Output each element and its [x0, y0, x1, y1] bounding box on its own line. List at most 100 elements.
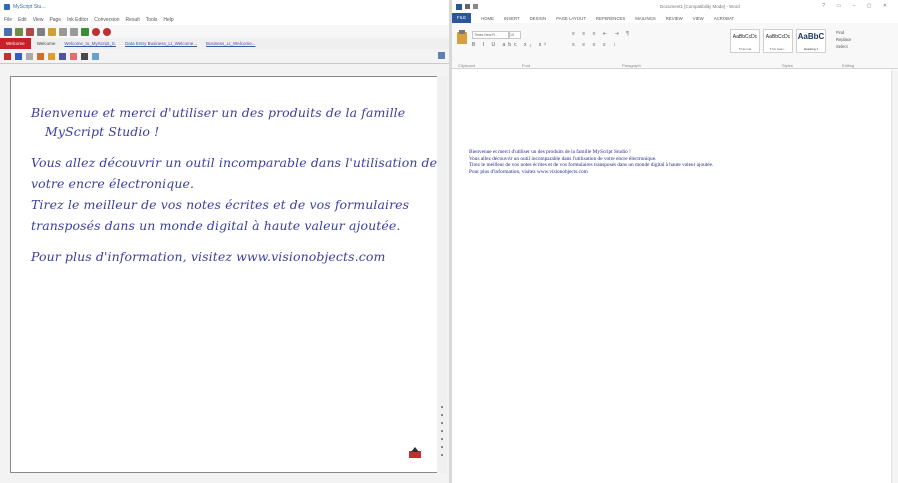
scroll-dot: [441, 406, 443, 408]
color-icon[interactable]: [70, 52, 77, 60]
window-controls[interactable]: ? ▭ – ▢ ✕: [822, 3, 892, 9]
ink-canvas[interactable]: Bienvenue et merci d'utiliser un des pro…: [10, 76, 438, 473]
style-normal[interactable]: AaBbCcDc ¶ Normal: [730, 29, 760, 53]
handwriting-line: MyScript Studio !: [45, 124, 160, 139]
open-icon[interactable]: [15, 27, 23, 36]
highlighter-icon[interactable]: [37, 52, 44, 60]
paragraph-buttons[interactable]: ≡ ≡ ≡ ⇤ ⇥ ¶: [572, 31, 632, 37]
group-label-editing: Editing: [842, 63, 855, 68]
save-icon[interactable]: [26, 27, 34, 36]
handwriting-line: Bienvenue et merci d'utiliser un des pro…: [31, 105, 406, 120]
scroll-dot: [441, 446, 443, 448]
menu-edit[interactable]: Edit: [18, 17, 27, 23]
tab-welcome-active[interactable]: Welcome: [0, 38, 31, 49]
select-icon[interactable]: [26, 52, 33, 60]
font-size-select[interactable]: 10: [509, 31, 521, 39]
style-no-spacing[interactable]: AaBbCcDc ¶ No Spac...: [763, 29, 793, 53]
style-sample: AaBbCcDc: [765, 34, 791, 40]
menu-page[interactable]: Page: [49, 17, 61, 23]
settings-icon[interactable]: [103, 27, 111, 36]
handwriting-line: Pour plus d'information, visitez www.vis…: [31, 249, 386, 264]
record-icon[interactable]: [92, 27, 100, 36]
menu-bar: File Edit View Page Ink Editor Conversio…: [0, 14, 449, 25]
paste-icon[interactable]: [456, 30, 468, 44]
redo-icon[interactable]: [70, 27, 78, 36]
menu-view[interactable]: View: [33, 17, 44, 23]
document-tabs: Welcome Welcome Welcome_to_MyScript_S. D…: [0, 38, 449, 49]
font-name-select[interactable]: Times New R...: [472, 31, 509, 39]
tab-insert[interactable]: INSERT: [504, 16, 520, 21]
alignment-buttons[interactable]: ≡ ≡ ≡ ≡ ↕: [572, 42, 619, 48]
myscript-titlebar: MyScript Stu...: [0, 0, 449, 14]
style-name: Heading 1: [803, 47, 819, 51]
scroll-dot: [441, 438, 443, 440]
undo-icon[interactable]: [59, 27, 67, 36]
menu-file[interactable]: File: [4, 17, 12, 23]
scroll-dot: [441, 454, 443, 456]
quick-save-icon[interactable]: [465, 4, 470, 9]
scroll-dot: [441, 414, 443, 416]
tab-acrobat[interactable]: ACROBAT: [714, 16, 734, 21]
tab-review[interactable]: REVIEW: [666, 16, 683, 21]
scroll-dot: [441, 430, 443, 432]
quick-undo-icon[interactable]: [473, 4, 478, 9]
tab-welcome[interactable]: Welcome: [34, 41, 59, 46]
view-toggle[interactable]: [438, 52, 445, 59]
lasso-icon[interactable]: [59, 52, 66, 60]
width-icon[interactable]: [81, 52, 88, 60]
menu-ink-editor[interactable]: Ink Editor: [67, 17, 88, 23]
main-toolbar: [0, 25, 449, 38]
menu-tools[interactable]: Tools: [146, 17, 158, 23]
menu-help[interactable]: Help: [163, 17, 173, 23]
style-heading-1[interactable]: AaBbC Heading 1: [796, 29, 826, 53]
group-label-styles: Styles: [782, 63, 793, 68]
replace-button[interactable]: Replace: [836, 36, 851, 43]
tab-data-entry[interactable]: Data Entry Business_Lt_Welcome...: [122, 41, 200, 46]
myscript-window: MyScript Stu... File Edit View Page Ink …: [0, 0, 450, 483]
tab-design[interactable]: DESIGN: [530, 16, 546, 21]
tab-business[interactable]: Business_Lt_Welcome...: [203, 41, 258, 46]
group-label-clipboard: Clipboard: [458, 63, 476, 68]
ribbon-tabs: FILE HOME INSERT DESIGN PAGE LAYOUT REFE…: [452, 13, 898, 23]
word-window: Document1 [Compatibility Mode] - Word ? …: [452, 0, 898, 483]
style-name: ¶ Normal: [738, 47, 752, 51]
new-icon[interactable]: [4, 27, 12, 36]
shape-icon[interactable]: [92, 52, 99, 60]
tab-file[interactable]: FILE: [452, 13, 472, 23]
font-format-buttons[interactable]: B I U abc x₂ x²: [472, 42, 549, 48]
handwriting-line: Vous allez découvrir un outil incomparab…: [31, 155, 438, 170]
style-name: ¶ No Spac...: [769, 47, 787, 51]
view-icon: [438, 52, 445, 59]
ink-toolbar: [0, 49, 449, 64]
document-body[interactable]: Bienvenue et merci d'utiliser un des pro…: [469, 149, 713, 175]
menu-conversion[interactable]: Conversion: [94, 17, 119, 23]
handwriting-line: Tirez le meilleur de vos notes écrites e…: [31, 197, 410, 212]
find-button[interactable]: Find: [836, 29, 851, 36]
select-button[interactable]: Select: [836, 43, 851, 50]
folder-icon[interactable]: [48, 27, 56, 36]
eraser-icon[interactable]: [48, 52, 55, 60]
tab-references[interactable]: REFERENCES: [596, 16, 625, 21]
group-label-paragraph: Paragraph: [622, 63, 641, 68]
group-label-font: Font: [522, 63, 531, 68]
convert-icon[interactable]: [81, 27, 89, 36]
app-title: MyScript Stu...: [13, 4, 46, 10]
word-vertical-scrollbar[interactable]: [891, 70, 898, 483]
vertical-scrollbar[interactable]: [437, 76, 447, 473]
pen-blue-icon[interactable]: [15, 52, 22, 60]
style-sample: AaBbC: [797, 32, 825, 41]
handwriting-line: transposés dans un monde digital à haute…: [31, 218, 401, 233]
styles-gallery: AaBbCcDc ¶ Normal AaBbCcDc ¶ No Spac... …: [730, 29, 826, 53]
pen-red-icon[interactable]: [4, 52, 11, 60]
tab-mailings[interactable]: MAILINGS: [635, 16, 656, 21]
tab-page-layout[interactable]: PAGE LAYOUT: [556, 16, 586, 21]
tab-welcome-myscript[interactable]: Welcome_to_MyScript_S.: [61, 41, 119, 46]
tab-home[interactable]: HOME: [481, 16, 494, 21]
style-sample: AaBbCcDc: [732, 34, 758, 40]
tab-view[interactable]: VIEW: [693, 16, 704, 21]
export-icon[interactable]: [408, 445, 422, 459]
menu-result[interactable]: Result: [126, 17, 140, 23]
word-logo-icon: [456, 3, 462, 10]
print-icon[interactable]: [37, 27, 45, 36]
app-logo-icon: [4, 4, 10, 10]
